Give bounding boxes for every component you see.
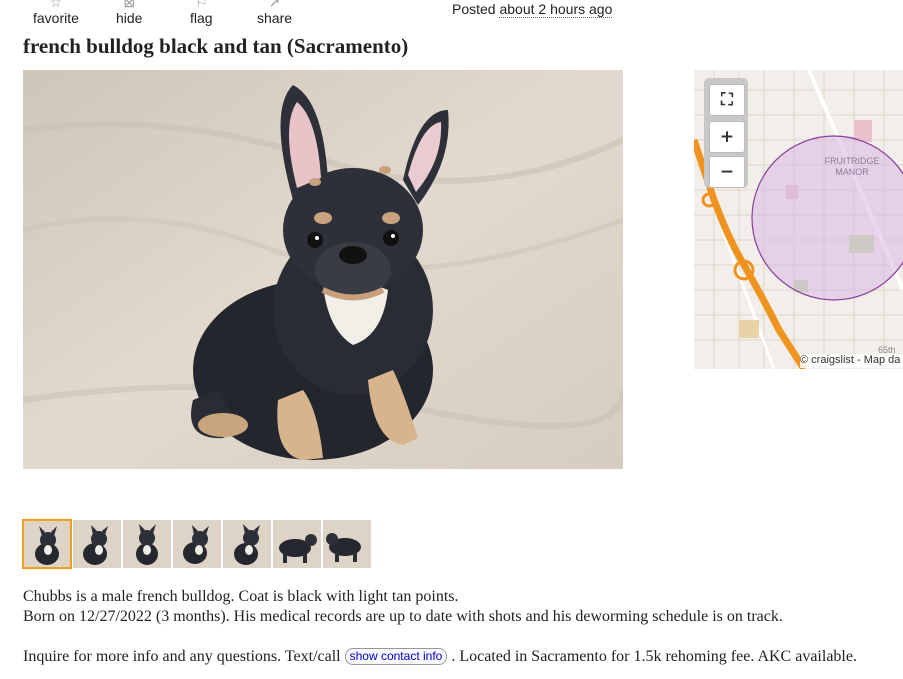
hide-button[interactable]: ⊠ hide: [116, 0, 142, 26]
thumbnail-6[interactable]: [273, 520, 321, 568]
fullscreen-button[interactable]: ⛶: [709, 84, 745, 116]
main-photo[interactable]: [23, 70, 623, 469]
fullscreen-icon: ⛶: [721, 90, 733, 110]
show-contact-info-button[interactable]: show contact info: [344, 648, 448, 665]
posting-actions: ☆ favorite ⊠ hide ⚐ flag ↗ share: [0, 0, 330, 30]
plus-icon: +: [719, 127, 735, 147]
posted-time: Posted about 2 hours ago: [452, 1, 613, 18]
thumbnail-2[interactable]: [73, 520, 121, 568]
flag-button[interactable]: ⚐ flag: [190, 0, 213, 26]
posting-body: Chubbs is a male french bulldog. Coat is…: [23, 587, 857, 667]
thumbnail-7[interactable]: [323, 520, 371, 568]
thumbnail-3[interactable]: [123, 520, 171, 568]
description-line-1: Chubbs is a male french bulldog. Coat is…: [23, 588, 459, 605]
page-title: french bulldog black and tan (Sacramento…: [23, 34, 409, 58]
thumbnail-4[interactable]: [173, 520, 221, 568]
description-line-3: Inquire for more info and any questions.…: [23, 648, 857, 665]
zoom-out-button[interactable]: −: [709, 156, 745, 188]
thumbnail-image: [23, 520, 71, 568]
posted-time-link[interactable]: about 2 hours ago: [499, 1, 613, 18]
share-button[interactable]: ↗ share: [257, 0, 292, 26]
thumbnail-image: [223, 520, 271, 568]
map-area-label-1: FRUITRIDGE: [825, 156, 880, 166]
favorite-button[interactable]: ☆ favorite: [33, 0, 79, 26]
thumbnail-1[interactable]: [22, 519, 72, 569]
thumbnail-image: [273, 520, 321, 568]
french-bulldog-photo: [23, 70, 623, 469]
map-area-label-2: MANOR: [835, 167, 869, 177]
description-line-2: Born on 12/27/2022 (3 months). His medic…: [23, 608, 783, 625]
thumbnail-5[interactable]: [223, 520, 271, 568]
minus-icon: −: [719, 162, 735, 182]
thumbnail-image: [173, 520, 221, 568]
zoom-in-button[interactable]: +: [709, 121, 745, 153]
thumbnail-image: [73, 520, 121, 568]
map-attribution[interactable]: © craigslist - Map da: [800, 354, 903, 368]
thumbnail-image: [123, 520, 171, 568]
thumbnail-image: [323, 520, 371, 568]
